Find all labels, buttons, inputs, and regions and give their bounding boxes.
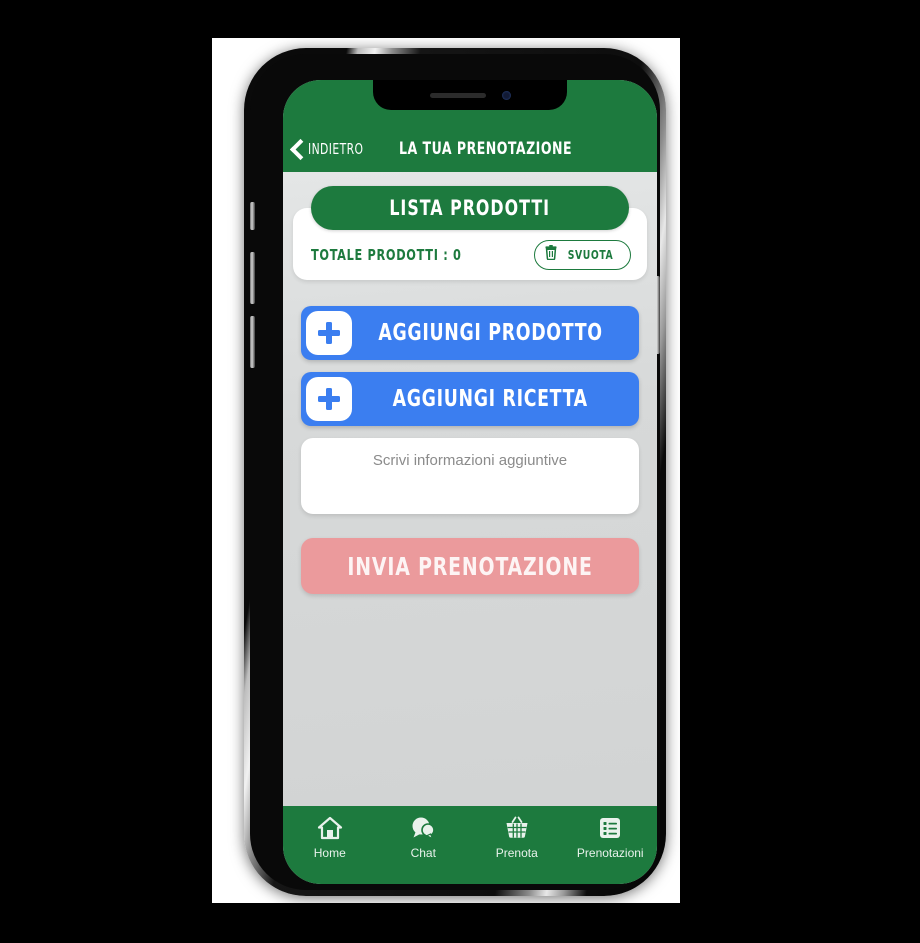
aggiungi-ricetta-label: AGGIUNGI RICETTA <box>392 386 589 412</box>
svuota-button-label: SVUOTA <box>567 248 614 262</box>
invia-prenotazione-button[interactable]: INVIA PRENOTAZIONE <box>301 538 639 594</box>
chevron-left-icon <box>289 138 305 160</box>
lista-prodotti-button-label: LISTA PRODOTTI <box>389 196 551 220</box>
plus-glyph-icon <box>317 387 341 411</box>
nav-item-chat[interactable]: Chat <box>377 814 471 860</box>
invia-prenotazione-label-wrap: INVIA PRENOTAZIONE <box>324 552 616 581</box>
front-camera-icon <box>501 90 511 100</box>
aggiungi-ricetta-label-wrap: AGGIUNGI RICETTA <box>352 386 639 412</box>
aggiungi-prodotto-label-wrap: AGGIUNGI PRODOTTO <box>352 320 639 346</box>
phone-volume-up-button[interactable] <box>250 252 255 304</box>
list-icon <box>596 814 624 842</box>
nav-item-prenota[interactable]: Prenota <box>470 814 564 860</box>
phone-body: INDIETRO LA TUA PRENOTAZIONE LISTA PRODO… <box>250 54 660 890</box>
aggiungi-prodotto-label: AGGIUNGI PRODOTTO <box>378 320 603 346</box>
back-button[interactable]: INDIETRO <box>289 138 377 160</box>
earpiece-speaker-icon <box>429 92 486 98</box>
products-card: LISTA PRODOTTI TOTALE PRODOTTI : 0 SVUOT… <box>293 186 647 280</box>
additional-info-input[interactable]: Scrivi informazioni aggiuntive <box>301 438 639 514</box>
basket-icon <box>503 814 531 842</box>
back-button-label: INDIETRO <box>308 140 364 158</box>
chat-bubble-icon <box>409 814 437 842</box>
main-content: LISTA PRODOTTI TOTALE PRODOTTI : 0 SVUOT… <box>283 172 657 806</box>
phone-volume-down-button[interactable] <box>250 316 255 368</box>
phone-mute-switch[interactable] <box>250 202 255 230</box>
nav-label-prenotazioni: Prenotazioni <box>576 846 644 860</box>
phone-mockup: INDIETRO LA TUA PRENOTAZIONE LISTA PRODO… <box>240 44 690 896</box>
header-row: INDIETRO LA TUA PRENOTAZIONE <box>283 130 657 172</box>
nav-label-chat: Chat <box>410 846 436 860</box>
nav-label-prenota: Prenota <box>495 846 538 860</box>
page-title: LA TUA PRENOTAZIONE <box>399 139 573 159</box>
invia-prenotazione-label: INVIA PRENOTAZIONE <box>347 551 593 581</box>
phone-screen: INDIETRO LA TUA PRENOTAZIONE LISTA PRODO… <box>283 80 657 884</box>
phone-notch <box>373 80 567 110</box>
layout-spacer <box>283 280 657 306</box>
products-total-label: TOTALE PRODOTTI : 0 <box>311 246 462 264</box>
nav-item-home[interactable]: Home <box>283 814 377 860</box>
aggiungi-ricetta-button[interactable]: AGGIUNGI RICETTA <box>301 372 639 426</box>
plus-glyph-icon <box>317 321 341 345</box>
products-total-row: TOTALE PRODOTTI : 0 SVUOTA <box>293 230 647 280</box>
svuota-button[interactable]: SVUOTA <box>533 240 631 270</box>
plus-icon <box>306 311 352 355</box>
nav-item-prenotazioni[interactable]: Prenotazioni <box>564 814 658 860</box>
lista-prodotti-button[interactable]: LISTA PRODOTTI <box>311 186 629 230</box>
additional-info-placeholder: Scrivi informazioni aggiuntive <box>372 452 568 469</box>
aggiungi-prodotto-button[interactable]: AGGIUNGI PRODOTTO <box>301 306 639 360</box>
plus-icon <box>306 377 352 421</box>
bottom-navigation: Home Chat Prenota Prenotazioni <box>283 806 657 884</box>
nav-label-home: Home <box>313 846 346 860</box>
trash-icon <box>544 245 558 265</box>
home-icon <box>316 814 344 842</box>
